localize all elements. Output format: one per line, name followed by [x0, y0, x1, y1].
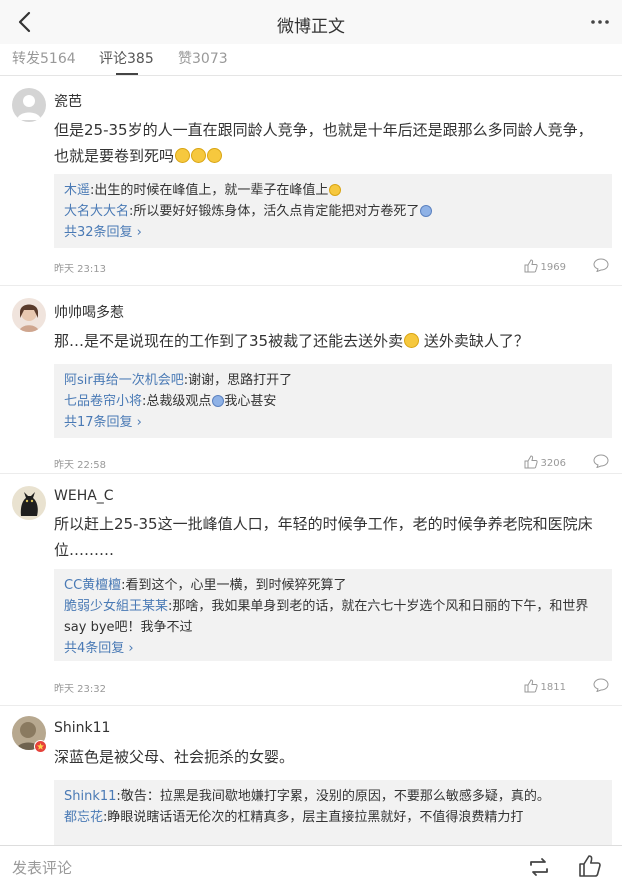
thumbs-up-icon — [524, 455, 538, 469]
reply-line: CC黄檀檀:看到这个，心里一横，到时候猝死算了 — [64, 578, 347, 593]
like-count: 1969 — [540, 262, 566, 273]
emoji-icon — [404, 333, 420, 348]
like-count: 1811 — [540, 682, 566, 693]
reply-line: Shink11:敬告：拉黑是我间歇地嫌打字累，没别的原因，不要那么敏感多疑，真的… — [64, 789, 550, 804]
more-replies-link[interactable]: 共4条回复 › — [64, 638, 602, 659]
reply-line: 脆弱少女組王某某:那啥，我如果单身到老的话，就在六七十岁选个风和日丽的下午，和世… — [64, 599, 589, 635]
emoji-icon — [191, 148, 207, 163]
reply-box: CC黄檀檀:看到这个，心里一横，到时候猝死算了 脆弱少女組王某某:那啥，我如果单… — [54, 569, 612, 661]
reply-box: 阿sir再给一次机会吧:谢谢，思路打开了 七品卷帘小将:总裁级观点 我心甚安 共1… — [54, 364, 612, 438]
tab-comments[interactable]: 评论385 — [99, 48, 154, 68]
more-replies-link[interactable]: 共17条回复 › — [64, 412, 602, 433]
comment-text-body: 送外卖缺人了？ — [423, 332, 529, 350]
reply-line: 七品卷帘小将:总裁级观点 我心甚安 — [64, 394, 277, 409]
reply-username[interactable]: 阿sir再给一次机会吧 — [64, 373, 184, 388]
comment-item: WEHA_C 所以赶上25-35这一批峰值人口，年轻的时候争工作，老的时候争养老… — [0, 474, 622, 706]
avatar[interactable] — [12, 88, 46, 122]
comment-time: 昨天 23:13 — [54, 264, 106, 275]
tab-reposts[interactable]: 转发5164 — [12, 48, 76, 68]
emoji-icon — [420, 205, 433, 217]
comment-text-body: 那…是不是说现在的工作到了35被裁了还能去送外卖 — [54, 332, 404, 350]
repost-icon[interactable] — [527, 856, 551, 878]
emoji-icon — [212, 395, 225, 407]
top-bar: 微博正文 — [0, 0, 622, 44]
reply-username[interactable]: Shink11 — [64, 789, 116, 804]
comment-text: 深蓝色是被父母、社会扼杀的女婴。 — [54, 748, 295, 766]
avatar[interactable] — [12, 486, 46, 520]
comment-time: 昨天 22:58 — [54, 460, 106, 471]
reply-text: 出生的时候在峰值上，就一辈子在峰值上 — [94, 183, 329, 198]
reply-text: 睁眼说瞎话语无伦次的杠精真多，层主直接拉黑就好，不值得浪费精力打 — [107, 810, 524, 825]
reply-username[interactable]: 都忘花 — [64, 810, 103, 825]
emoji-icon — [329, 184, 342, 196]
reply-line: 木遥:出生的时候在峰值上，就一辈子在峰值上 — [64, 180, 602, 201]
emoji-icon — [207, 148, 223, 163]
comment-text-body: 但是25-35岁的人一直在跟同龄人竞争，也就是十年后还是跟那么多同龄人竞争，也就… — [54, 121, 593, 165]
reply-text: 总裁级观点 — [146, 394, 212, 409]
comment-username[interactable]: Shink11 — [54, 720, 110, 736]
reply-text: 谢谢，思路打开了 — [188, 373, 293, 388]
thumbs-up-icon — [524, 679, 538, 693]
reply-text: 看到这个，心里一横，到时候猝死算了 — [125, 578, 347, 593]
verified-badge-icon — [34, 740, 47, 753]
reply-line: 阿sir再给一次机会吧:谢谢，思路打开了 — [64, 373, 293, 388]
comment-text: 所以赶上25-35这一批峰值人口，年轻的时候争工作，老的时候争养老院和医院床位…… — [54, 515, 593, 559]
reply-username[interactable]: CC黄檀檀 — [64, 578, 121, 593]
reply-username[interactable]: 大名大大名 — [64, 204, 129, 219]
thumbs-up-icon[interactable] — [578, 854, 602, 878]
thumbs-up-icon — [524, 259, 538, 273]
active-tab-indicator — [116, 73, 138, 75]
comment-bubble-icon[interactable] — [593, 678, 609, 692]
like-count: 3206 — [540, 458, 566, 469]
like-button[interactable]: 1811 — [524, 679, 566, 693]
comment-item: Shink11 深蓝色是被父母、社会扼杀的女婴。 Shink11:敬告：拉黑是我… — [0, 706, 622, 845]
reply-line: 大名大大名:所以要好好锻炼身体，活久点肯定能把对方卷死了 — [64, 201, 602, 222]
comment-list[interactable]: 瓷芭 但是25-35岁的人一直在跟同龄人竞争，也就是十年后还是跟那么多同龄人竞争… — [0, 76, 622, 845]
comment-bubble-icon[interactable] — [593, 258, 609, 272]
reply-username[interactable]: 七品卷帘小将 — [64, 394, 142, 409]
more-replies-link[interactable]: 共32条回复 › — [64, 222, 602, 243]
reply-username[interactable]: 脆弱少女組王某某 — [64, 599, 168, 614]
avatar[interactable] — [12, 298, 46, 332]
comment-item: 瓷芭 但是25-35岁的人一直在跟同龄人竞争，也就是十年后还是跟那么多同龄人竞争… — [0, 76, 622, 286]
emoji-icon — [175, 148, 191, 163]
reply-text: 敬告：拉黑是我间歇地嫌打字累，没别的原因，不要那么敏感多疑，真的。 — [120, 789, 550, 804]
tab-bar: 转发5164 评论385 赞3073 — [0, 44, 622, 76]
reply-text: 我心甚安 — [224, 394, 277, 409]
reply-username[interactable]: 木遥 — [64, 183, 90, 198]
ellipsis-icon[interactable] — [588, 10, 612, 34]
comment-text: 但是25-35岁的人一直在跟同龄人竞争，也就是十年后还是跟那么多同龄人竞争，也就… — [54, 117, 606, 169]
comment-username[interactable]: 瓷芭 — [54, 91, 82, 111]
page-title: 微博正文 — [277, 17, 345, 37]
comment-bubble-icon[interactable] — [593, 454, 609, 468]
comment-username[interactable]: 帅帅喝多惹 — [54, 302, 124, 322]
like-button[interactable]: 1969 — [524, 259, 566, 273]
comment-input[interactable]: 发表评论 — [12, 857, 72, 878]
comment-text: 那…是不是说现在的工作到了35被裁了还能去送外卖 送外卖缺人了？ — [54, 328, 606, 354]
like-button[interactable]: 3206 — [524, 455, 566, 469]
comment-username[interactable]: WEHA_C — [54, 488, 114, 504]
reply-box: 木遥:出生的时候在峰值上，就一辈子在峰值上 大名大大名:所以要好好锻炼身体，活久… — [54, 174, 612, 248]
reply-text: 所以要好好锻炼身体，活久点肯定能把对方卷死了 — [133, 204, 420, 219]
comment-item: 帅帅喝多惹 那…是不是说现在的工作到了35被裁了还能去送外卖 送外卖缺人了？ 阿… — [0, 286, 622, 474]
reply-box: Shink11:敬告：拉黑是我间歇地嫌打字累，没别的原因，不要那么敏感多疑，真的… — [54, 780, 612, 845]
tab-likes[interactable]: 赞3073 — [178, 48, 228, 68]
comment-time: 昨天 23:32 — [54, 684, 106, 695]
reply-line: 都忘花:睁眼说瞎话语无伦次的杠精真多，层主直接拉黑就好，不值得浪费精力打 — [64, 810, 524, 825]
bottom-bar: 发表评论 — [0, 845, 622, 886]
